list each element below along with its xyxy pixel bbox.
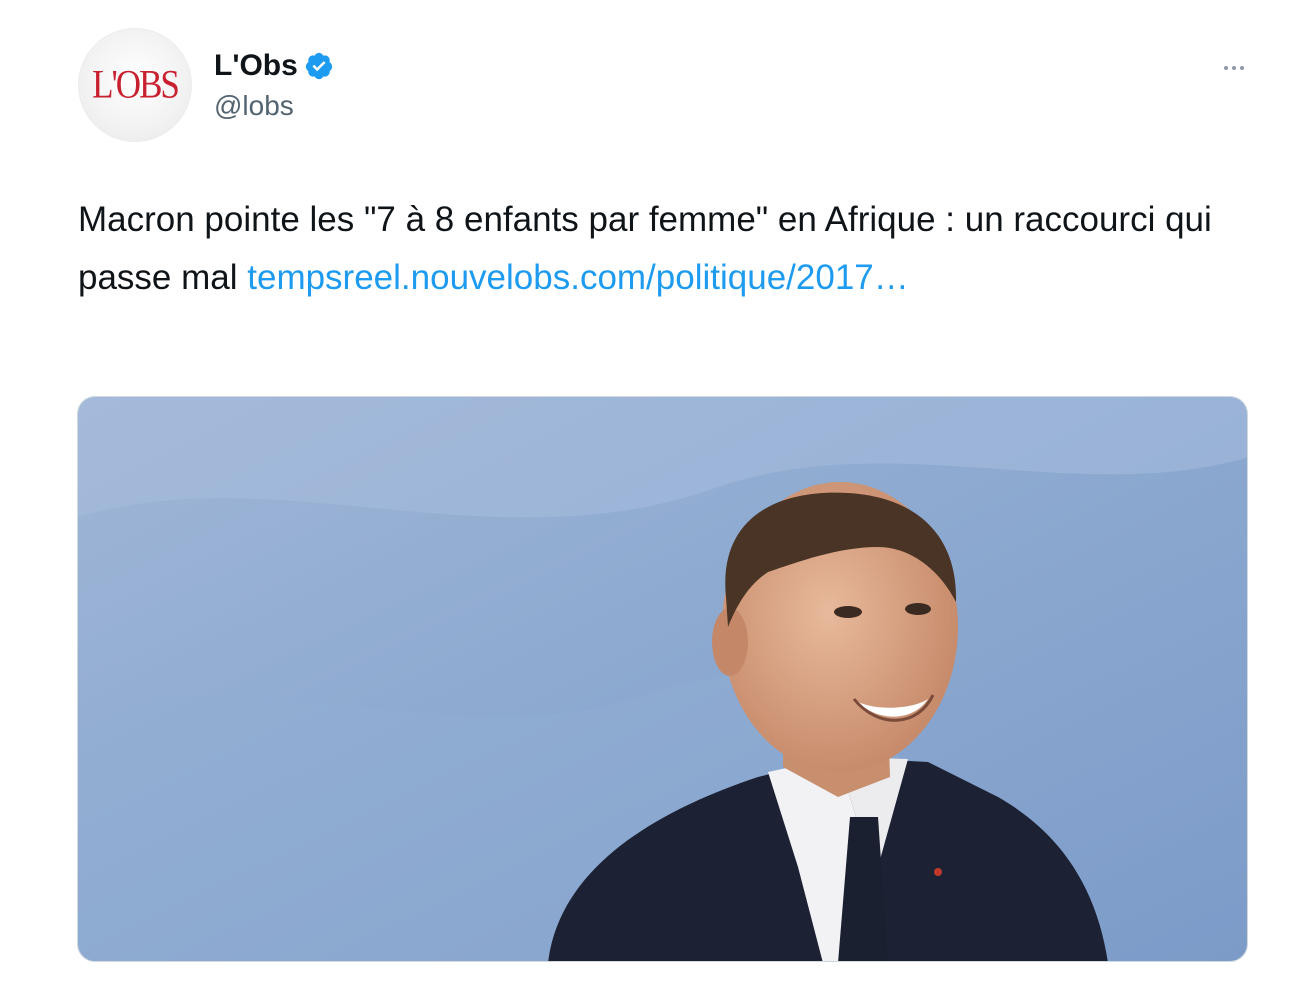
more-options-icon	[1224, 66, 1244, 70]
display-name[interactable]: L'Obs	[214, 48, 298, 84]
tweet-card: L'OBS L'Obs @lobs Macron pointe les "7 à…	[0, 0, 1306, 1006]
tweet-media-photo[interactable]	[77, 396, 1248, 962]
avatar[interactable]: L'OBS	[78, 28, 192, 142]
tweet-text: Macron pointe les "7 à 8 enfants par fem…	[78, 191, 1258, 307]
verified-badge-icon	[304, 51, 334, 81]
tweet-link[interactable]: tempsreel.nouvelobs.com/politique/2017…	[247, 258, 909, 297]
avatar-logo: L'OBS	[92, 62, 180, 107]
photo-illustration	[78, 397, 1247, 961]
more-options-button[interactable]	[1216, 54, 1252, 82]
author-name-row[interactable]: L'Obs	[214, 48, 334, 84]
author-handle[interactable]: @lobs	[214, 88, 294, 124]
